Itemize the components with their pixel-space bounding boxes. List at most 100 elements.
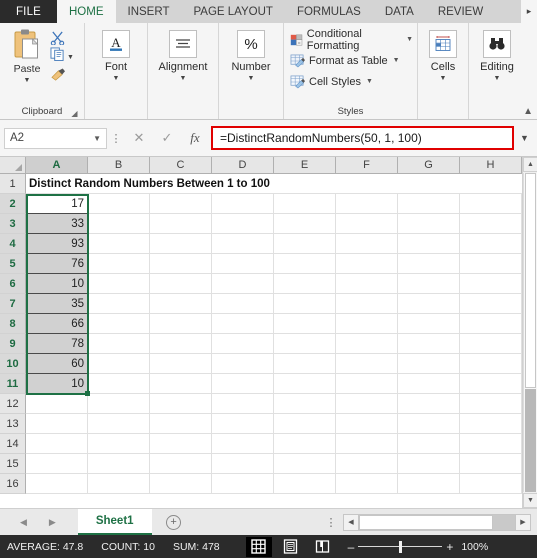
cell-b7[interactable] bbox=[88, 294, 150, 314]
cell-d2[interactable] bbox=[212, 194, 274, 214]
cell-f2[interactable] bbox=[336, 194, 398, 214]
cell-e12[interactable] bbox=[274, 394, 336, 414]
row-header-7[interactable]: 7 bbox=[0, 294, 26, 314]
copy-button[interactable] bbox=[50, 47, 65, 66]
page-layout-view-button[interactable] bbox=[278, 537, 304, 557]
cell-h9[interactable] bbox=[460, 334, 522, 354]
cell-d15[interactable] bbox=[212, 454, 274, 474]
tab-insert[interactable]: INSERT bbox=[116, 0, 182, 23]
cell-e15[interactable] bbox=[274, 454, 336, 474]
cell-d7[interactable] bbox=[212, 294, 274, 314]
row-header-13[interactable]: 13 bbox=[0, 414, 26, 434]
horizontal-scroll-track[interactable] bbox=[359, 513, 515, 531]
number-button[interactable]: % Number ▼ bbox=[223, 26, 279, 82]
chevron-right-icon[interactable]: ▸ bbox=[521, 0, 537, 23]
name-box[interactable]: A2 ▼ bbox=[4, 127, 107, 149]
cell-c14[interactable] bbox=[150, 434, 212, 454]
cell-h6[interactable] bbox=[460, 274, 522, 294]
cell-e11[interactable] bbox=[274, 374, 336, 394]
cell-a11[interactable]: 10 bbox=[26, 374, 88, 394]
vertical-scroll-track[interactable] bbox=[523, 173, 537, 492]
cell-d10[interactable] bbox=[212, 354, 274, 374]
cell-f8[interactable] bbox=[336, 314, 398, 334]
column-header-h[interactable]: H bbox=[460, 157, 522, 174]
cell-d4[interactable] bbox=[212, 234, 274, 254]
chevron-down-icon[interactable]: ▼ bbox=[366, 78, 373, 85]
scroll-down-button[interactable]: ▼ bbox=[523, 493, 537, 508]
tab-page-layout[interactable]: PAGE LAYOUT bbox=[181, 0, 284, 23]
hscroll-left-button[interactable]: ◀ bbox=[343, 513, 359, 531]
cell-d11[interactable] bbox=[212, 374, 274, 394]
vertical-scroll-thumb[interactable] bbox=[525, 173, 536, 388]
alignment-button[interactable]: Alignment ▼ bbox=[152, 26, 214, 82]
cell-c5[interactable] bbox=[150, 254, 212, 274]
cut-button[interactable] bbox=[50, 31, 65, 45]
scroll-up-button[interactable]: ▲ bbox=[523, 157, 537, 172]
row-header-6[interactable]: 6 bbox=[0, 274, 26, 294]
cell-b3[interactable] bbox=[88, 214, 150, 234]
cell-d14[interactable] bbox=[212, 434, 274, 454]
cell-c15[interactable] bbox=[150, 454, 212, 474]
cell-h13[interactable] bbox=[460, 414, 522, 434]
cell-g10[interactable] bbox=[398, 354, 460, 374]
column-header-g[interactable]: G bbox=[398, 157, 460, 174]
chevron-down-icon[interactable]: ▼ bbox=[248, 75, 255, 82]
cell-b5[interactable] bbox=[88, 254, 150, 274]
chevron-down-icon[interactable]: ▼ bbox=[180, 75, 187, 82]
cell-d9[interactable] bbox=[212, 334, 274, 354]
cell-d3[interactable] bbox=[212, 214, 274, 234]
font-button[interactable]: A Font ▼ bbox=[89, 26, 143, 82]
cell-g12[interactable] bbox=[398, 394, 460, 414]
cell-g8[interactable] bbox=[398, 314, 460, 334]
cell-a15[interactable] bbox=[26, 454, 88, 474]
cell-h15[interactable] bbox=[460, 454, 522, 474]
cell-c7[interactable] bbox=[150, 294, 212, 314]
zoom-in-button[interactable]: + bbox=[446, 541, 453, 553]
tab-review[interactable]: REVIEW bbox=[426, 0, 495, 23]
tab-data[interactable]: DATA bbox=[373, 0, 426, 23]
tab-formulas[interactable]: FORMULAS bbox=[285, 0, 373, 23]
cell-b6[interactable] bbox=[88, 274, 150, 294]
cell-g9[interactable] bbox=[398, 334, 460, 354]
cell-h2[interactable] bbox=[460, 194, 522, 214]
vertical-scroll-lower[interactable] bbox=[525, 389, 536, 492]
confirm-formula-button[interactable]: ✓ bbox=[153, 130, 181, 146]
cell-e5[interactable] bbox=[274, 254, 336, 274]
cell-c10[interactable] bbox=[150, 354, 212, 374]
chevron-down-icon[interactable]: ▼ bbox=[494, 75, 501, 82]
vertical-dots-icon[interactable]: ⋮ bbox=[319, 509, 343, 535]
cell-f6[interactable] bbox=[336, 274, 398, 294]
row-header-14[interactable]: 14 bbox=[0, 434, 26, 454]
cell-d12[interactable] bbox=[212, 394, 274, 414]
cell-f7[interactable] bbox=[336, 294, 398, 314]
zoom-slider-knob[interactable] bbox=[399, 540, 403, 553]
chevron-down-icon[interactable]: ▼ bbox=[113, 75, 120, 82]
cell-c13[interactable] bbox=[150, 414, 212, 434]
cell-h4[interactable] bbox=[460, 234, 522, 254]
cell-g14[interactable] bbox=[398, 434, 460, 454]
cell-c3[interactable] bbox=[150, 214, 212, 234]
row-header-5[interactable]: 5 bbox=[0, 254, 26, 274]
cell-c11[interactable] bbox=[150, 374, 212, 394]
chevron-down-icon[interactable]: ▼ bbox=[406, 36, 413, 43]
vertical-scrollbar[interactable]: ▲ ▼ bbox=[522, 157, 537, 508]
column-header-b[interactable]: B bbox=[88, 157, 150, 174]
cell-e10[interactable] bbox=[274, 354, 336, 374]
row-header-3[interactable]: 3 bbox=[0, 214, 26, 234]
sheet-tab-sheet1[interactable]: Sheet1 bbox=[77, 509, 152, 535]
cell-f9[interactable] bbox=[336, 334, 398, 354]
cell-c12[interactable] bbox=[150, 394, 212, 414]
cell-g3[interactable] bbox=[398, 214, 460, 234]
cell-b14[interactable] bbox=[88, 434, 150, 454]
cell-g15[interactable] bbox=[398, 454, 460, 474]
cell-b8[interactable] bbox=[88, 314, 150, 334]
cell-f15[interactable] bbox=[336, 454, 398, 474]
sheet-next-button[interactable]: ▶ bbox=[49, 517, 56, 528]
cell-h10[interactable] bbox=[460, 354, 522, 374]
horizontal-scroll-thumb[interactable] bbox=[359, 514, 493, 530]
column-header-c[interactable]: C bbox=[150, 157, 212, 174]
clipboard-dialog-launcher[interactable]: ◢ bbox=[70, 109, 79, 118]
cell-a13[interactable] bbox=[26, 414, 88, 434]
cell-g7[interactable] bbox=[398, 294, 460, 314]
cell-b15[interactable] bbox=[88, 454, 150, 474]
